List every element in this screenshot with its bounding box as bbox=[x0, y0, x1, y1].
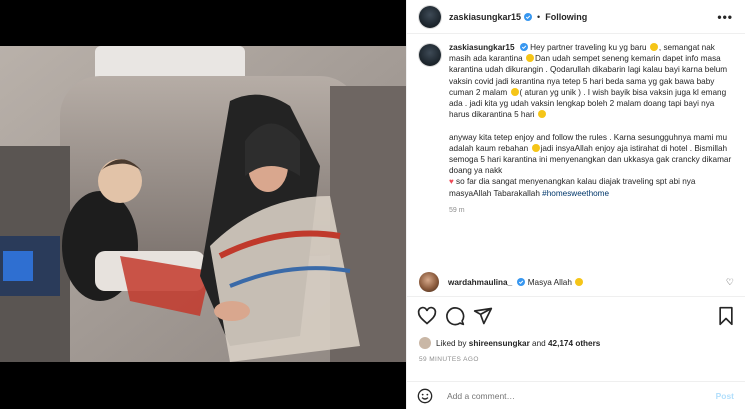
verified-badge-icon bbox=[517, 277, 526, 286]
comment-row: wardahmaulina_ Masya Allah ♡ bbox=[419, 272, 734, 292]
post-timestamp[interactable]: 59 MINUTES AGO bbox=[419, 356, 479, 363]
heart-eyes-emoji-icon bbox=[575, 277, 584, 286]
post-comment-button[interactable]: Post bbox=[716, 391, 734, 401]
likes-prefix: Liked by bbox=[436, 338, 467, 348]
hashtag-link[interactable]: #homesweethome bbox=[542, 189, 609, 198]
verified-badge-icon bbox=[519, 43, 528, 51]
liker-avatar bbox=[419, 337, 431, 349]
add-comment-input[interactable] bbox=[445, 390, 679, 402]
caption-author[interactable]: zaskiasungkar15 bbox=[449, 43, 515, 52]
comment-body: Masya Allah bbox=[527, 277, 572, 287]
likes-summary: Liked by shireensungkar and 42,174 other… bbox=[419, 337, 600, 349]
red-heart-emoji-icon: ♥ bbox=[449, 177, 454, 187]
heart-icon[interactable] bbox=[417, 306, 437, 326]
caption-time: 59 m bbox=[449, 206, 465, 214]
separator-dot: • bbox=[537, 11, 541, 22]
caption-author-avatar[interactable] bbox=[419, 44, 441, 66]
likes-and: and bbox=[532, 338, 546, 348]
commenter-username[interactable]: wardahmaulina_ bbox=[448, 278, 512, 287]
emoji-icon bbox=[531, 143, 540, 152]
verified-badge-icon bbox=[524, 12, 533, 21]
author-avatar[interactable] bbox=[419, 5, 441, 28]
emoji-icon bbox=[537, 110, 546, 119]
likes-count[interactable]: 42,174 others bbox=[548, 339, 600, 348]
photo-illustration bbox=[0, 46, 406, 362]
commenter-avatar[interactable] bbox=[419, 272, 439, 292]
emoji-icon bbox=[510, 87, 519, 96]
liker-username[interactable]: shireensungkar bbox=[469, 339, 530, 348]
post-side-panel: zaskiasungkar15 • Following ••• zaskiasu… bbox=[406, 0, 745, 409]
post-header: zaskiasungkar15 • Following ••• bbox=[407, 0, 745, 34]
more-options-icon[interactable]: ••• bbox=[717, 10, 733, 24]
caption-text: zaskiasungkar15 Hey partner traveling ku… bbox=[449, 42, 733, 216]
add-comment-bar: Post bbox=[407, 381, 745, 410]
comment-like-heart-icon[interactable]: ♡ bbox=[726, 277, 734, 288]
author-username[interactable]: zaskiasungkar15 bbox=[449, 12, 521, 22]
post-photo[interactable] bbox=[0, 46, 406, 362]
caption-part-1: Hey partner traveling ku yg baru bbox=[530, 43, 647, 52]
emoji-icon bbox=[526, 54, 535, 63]
emoji-icon bbox=[649, 43, 658, 51]
comment-text: wardahmaulina_ Masya Allah bbox=[448, 277, 584, 287]
comment-icon[interactable] bbox=[445, 306, 465, 326]
action-bar bbox=[407, 296, 745, 337]
following-button[interactable]: Following bbox=[545, 12, 587, 22]
smiley-icon[interactable] bbox=[417, 388, 433, 404]
share-icon[interactable] bbox=[473, 306, 493, 326]
post-media[interactable] bbox=[0, 0, 406, 409]
caption-block: zaskiasungkar15 Hey partner traveling ku… bbox=[407, 34, 745, 216]
bookmark-icon[interactable] bbox=[716, 306, 736, 326]
